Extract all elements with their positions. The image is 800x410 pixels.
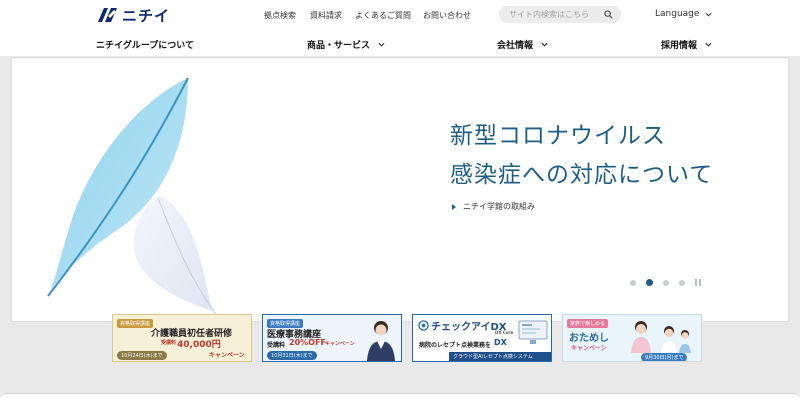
banner-tag: 家族で楽しめる [567,319,609,328]
banner-footer-strip: クラウド型AIレセプト点検システム [449,352,551,361]
banner-offer-value: 40,000円 [177,340,221,350]
banner-date: 10月24日(木)まで [117,351,167,360]
banner-desc: 病院のレセプト点検業務を [419,342,492,349]
search-input[interactable] [509,7,601,22]
hero-link-label: ニチイ学館の取組み [463,202,535,211]
hero-title-line-2: 感染症への対応について [450,162,714,188]
banner-subtitle: キャンペーン [571,345,607,352]
banner-desc-tag: DX [494,338,507,347]
chevron-down-icon [705,12,712,17]
banner-footer-text: クラウド型AIレセプト点検システム [453,354,533,360]
family-photo-image [631,321,691,353]
staff-person-image [367,321,395,361]
brand-logo[interactable]: ニチイ [96,5,170,25]
chevron-down-icon [541,42,548,47]
monitor-illustration [518,320,548,344]
chevron-down-icon [378,42,385,47]
banner-offer-prefix: 受講料 [267,342,286,349]
nav-recruitment[interactable]: 採用情報 [661,38,712,51]
slide-dot-4[interactable] [679,279,685,286]
util-link-contact[interactable]: お問い合わせ [423,10,471,21]
slide-dot-1[interactable] [630,279,636,286]
brand-name: ニチイ [122,6,171,25]
banner-offer-suffix: キャンペーン [209,352,245,359]
banner-date: 9月30日(月)まで [641,353,688,361]
triangle-right-icon [452,203,456,210]
nav-about-group[interactable]: ニチイグループについて [96,38,194,51]
nav-label: 商品・サービス [307,41,371,51]
banner-title-sub: DX Core [495,330,514,335]
nichii-logo-icon [98,8,117,22]
pause-icon[interactable] [695,279,701,286]
util-link-location-search[interactable]: 拠点検索 [264,10,296,21]
check-eye-logo-icon [418,320,429,331]
nav-products-services[interactable]: 商品・サービス [307,38,385,51]
banner-offer-suffix: キャンペーン [325,341,355,347]
util-link-faq[interactable]: よくあるご質問 [355,10,411,21]
feather-illustration [47,77,217,315]
util-link-request-materials[interactable]: 資料請求 [310,10,342,21]
nav-company-info[interactable]: 会社情報 [497,38,548,51]
banner-title: おためし [569,333,609,344]
hero-link-initiatives[interactable]: ニチイ学館の取組み [452,201,535,212]
search-icon[interactable] [604,10,613,19]
language-selector[interactable]: Language [655,9,712,19]
banner-check-eye-dx[interactable]: チェックアイDX DX Core 病院のレセプト点検業務を DX クラウド型AI… [412,314,552,362]
banner-date: 10月31日(木)まで [267,351,317,360]
hero-title-line-1: 新型コロナウイルス [450,123,666,149]
site-header: ニチイ 拠点検索 資料請求 よくあるご質問 お問い合わせ Language ニチ… [0,0,800,56]
page: ニチイ 拠点検索 資料請求 よくあるご質問 お問い合わせ Language ニチ… [0,0,800,410]
nav-label: 採用情報 [661,41,698,51]
nav-label: 会社情報 [497,41,534,51]
slide-dot-3[interactable] [663,279,669,286]
slider-pagination [630,279,701,286]
hero-slider: 新型コロナウイルス 感染症への対応について ニチイ学館の取組み [11,57,789,322]
search-box [499,6,621,23]
banner-trial-campaign[interactable]: 家族で楽しめる おためし キャンペーン 9月30日(月)まで [562,314,702,362]
banner-medical-office[interactable]: 資格取得講座 医療事務講座 受講料 20%OFF キャンペーン 10月31日(木… [262,314,402,362]
nav-label: ニチイグループについて [96,41,195,51]
slide-dot-2[interactable] [646,279,653,286]
language-label: Language [655,9,700,19]
banner-offer-value: 20%OFF [289,338,326,347]
chevron-down-icon [705,42,712,47]
bottom-panel-edge [0,393,800,410]
banner-caregiver-training[interactable]: 資格取得講座 介護職員初任者研修 受講料 40,000円 キャンペーン 10月2… [112,314,252,362]
banner-offer-prefix: 受講料 [161,340,177,346]
banner-tag: 資格取得講座 [117,319,154,328]
